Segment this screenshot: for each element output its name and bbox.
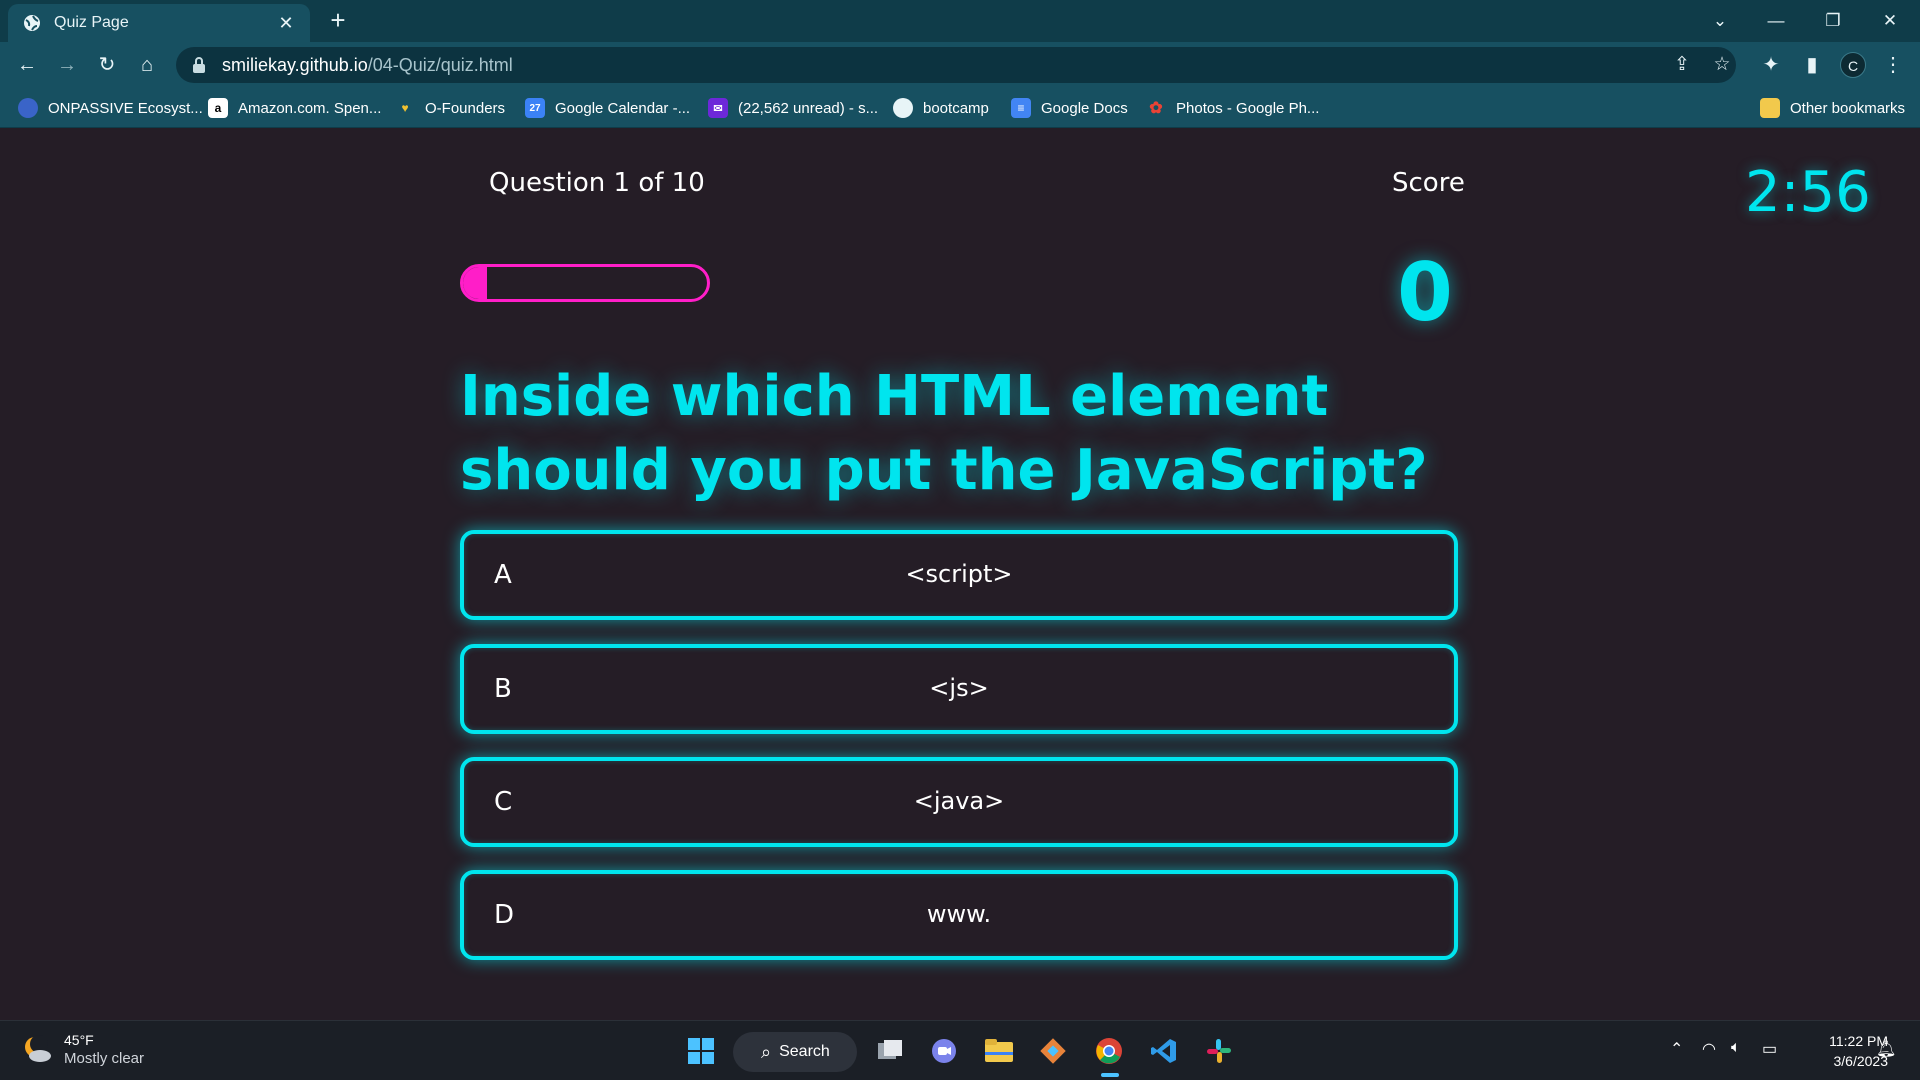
progress-bar bbox=[460, 264, 710, 302]
clock-time: 11:22 PM bbox=[1829, 1033, 1888, 1049]
bookmarks-bar: ONPASSIVE Ecosyst... a Amazon.com. Spen.… bbox=[0, 88, 1920, 128]
side-panel-icon[interactable]: ▮ bbox=[1797, 50, 1827, 80]
windows-start-icon[interactable] bbox=[683, 1033, 719, 1069]
question-counter: Question 1 of 10 bbox=[489, 168, 705, 198]
minimize-button[interactable]: — bbox=[1756, 6, 1796, 36]
extensions-icon[interactable]: ✦ bbox=[1756, 50, 1786, 80]
search-icon: ⌕ bbox=[761, 1041, 772, 1062]
score-value: 0 bbox=[1397, 246, 1453, 339]
menu-kebab-icon[interactable]: ⋮ bbox=[1878, 50, 1908, 80]
calendar-icon: 27 bbox=[525, 98, 545, 118]
taskbar-search[interactable]: ⌕ Search bbox=[733, 1032, 857, 1072]
back-button[interactable]: ← bbox=[12, 50, 42, 80]
bookmark-label: bootcamp bbox=[923, 99, 989, 117]
close-window-button[interactable]: ✕ bbox=[1870, 6, 1910, 36]
bookmark-label: Google Docs bbox=[1041, 99, 1128, 117]
volume-icon[interactable]: 🔈︎ bbox=[1731, 1039, 1741, 1057]
bookmark-star-icon[interactable]: ☆ bbox=[1707, 50, 1737, 80]
other-bookmarks-label: Other bookmarks bbox=[1790, 99, 1906, 117]
choice-a-button[interactable]: A <script> bbox=[460, 530, 1458, 620]
bookmark-item[interactable]: bootcamp bbox=[893, 97, 989, 119]
bookmark-item[interactable]: ✿ Photos - Google Ph... bbox=[1146, 97, 1319, 119]
taskbar: 45°F Mostly clear ⌕ Search ⌃ ◠ 🔈︎ ▭ 11:2… bbox=[0, 1020, 1920, 1080]
bookmark-item[interactable]: ONPASSIVE Ecosyst... bbox=[18, 97, 203, 119]
wifi-icon[interactable]: ◠ bbox=[1702, 1039, 1716, 1059]
bookmark-item[interactable]: a Amazon.com. Spen... bbox=[208, 97, 381, 119]
bookmark-item[interactable]: ≡ Google Docs bbox=[1011, 97, 1128, 119]
url-host: smiliekay.github.io bbox=[222, 54, 368, 75]
choice-b-button[interactable]: B <js> bbox=[460, 644, 1458, 734]
tab-search-button[interactable]: ⌄ bbox=[1700, 6, 1740, 36]
task-view-icon[interactable] bbox=[872, 1033, 908, 1069]
amazon-icon: a bbox=[208, 98, 228, 118]
bookmark-item[interactable]: ✉ (22,562 unread) - s... bbox=[708, 97, 878, 119]
slack-icon[interactable] bbox=[1201, 1033, 1237, 1069]
photos-icon: ✿ bbox=[1149, 100, 1163, 117]
choice-c-button[interactable]: C <java> bbox=[460, 757, 1458, 847]
new-tab-button[interactable]: + bbox=[324, 6, 352, 34]
question-text: Inside which HTML element should you put… bbox=[460, 364, 1428, 503]
browser-toolbar: ← → ↻ ⌂ smiliekay.github.io/04-Quiz/quiz… bbox=[0, 42, 1920, 88]
moon-cloud-icon bbox=[22, 1034, 54, 1066]
tab-strip: Quiz Page ✕ + ⌄ — ❐ ✕ bbox=[0, 0, 1920, 42]
choice-text: <script> bbox=[905, 560, 1013, 588]
bookmark-label: Amazon.com. Spen... bbox=[238, 99, 382, 117]
choice-d-button[interactable]: D www. bbox=[460, 870, 1458, 960]
mail-icon: ✉ bbox=[708, 98, 728, 118]
weather-description: Mostly clear bbox=[64, 1050, 145, 1067]
git-app-icon[interactable] bbox=[1035, 1033, 1071, 1069]
folder-icon bbox=[1760, 98, 1780, 118]
bookmark-label: (22,562 unread) - s... bbox=[738, 99, 879, 117]
docs-icon: ≡ bbox=[1011, 98, 1031, 118]
bookmark-item[interactable]: 27 Google Calendar -... bbox=[525, 97, 690, 119]
globe-icon bbox=[893, 98, 913, 118]
chrome-icon[interactable] bbox=[1091, 1033, 1127, 1069]
close-tab-icon[interactable]: ✕ bbox=[276, 13, 296, 34]
tab-quiz-page[interactable]: Quiz Page ✕ bbox=[8, 4, 310, 42]
bookmark-label: O-Founders bbox=[425, 99, 506, 117]
address-bar[interactable]: smiliekay.github.io/04-Quiz/quiz.html bbox=[176, 47, 1736, 83]
restore-button[interactable]: ❐ bbox=[1813, 6, 1853, 36]
weather-widget[interactable]: 45°F Mostly clear bbox=[22, 1031, 144, 1069]
url-path: /04-Quiz/quiz.html bbox=[367, 54, 513, 75]
teams-chat-icon[interactable] bbox=[926, 1033, 962, 1069]
forward-button[interactable]: → bbox=[52, 50, 82, 80]
battery-icon[interactable]: ▭ bbox=[1762, 1039, 1777, 1059]
globe-icon bbox=[22, 13, 42, 33]
home-button[interactable]: ⌂ bbox=[132, 50, 162, 80]
bookmark-label: Google Calendar -... bbox=[555, 99, 691, 117]
clock-date: 3/6/2023 bbox=[1833, 1053, 1889, 1069]
choice-text: <js> bbox=[929, 674, 989, 702]
chrome-active-indicator bbox=[1101, 1073, 1119, 1077]
taskbar-clock[interactable]: 11:22 PM 3/6/2023 bbox=[1798, 1031, 1888, 1071]
choice-text: <java> bbox=[913, 787, 1005, 815]
score-label: Score bbox=[1392, 168, 1465, 198]
onpassive-icon bbox=[18, 98, 38, 118]
share-icon[interactable]: ⇪ bbox=[1667, 50, 1697, 80]
bookmark-label: Photos - Google Ph... bbox=[1176, 99, 1320, 117]
reload-button[interactable]: ↻ bbox=[92, 50, 122, 80]
lock-icon bbox=[192, 56, 210, 74]
bookmark-item[interactable]: ♥ O-Founders bbox=[395, 97, 505, 119]
file-explorer-icon[interactable] bbox=[981, 1033, 1017, 1069]
progress-bar-fill bbox=[463, 267, 488, 299]
quiz-page: Question 1 of 10 Score 2:56 0 Inside whi… bbox=[0, 128, 1920, 1020]
other-bookmarks[interactable]: Other bookmarks bbox=[1760, 97, 1905, 119]
profile-avatar[interactable]: C bbox=[1840, 52, 1866, 78]
vscode-icon[interactable] bbox=[1146, 1033, 1182, 1069]
ofounders-icon: ♥ bbox=[401, 101, 409, 115]
timer: 2:56 bbox=[1745, 160, 1871, 225]
choice-text: www. bbox=[926, 900, 992, 928]
tab-title: Quiz Page bbox=[54, 14, 129, 31]
search-label: Search bbox=[779, 1043, 830, 1060]
tray-chevron-icon[interactable]: ⌃ bbox=[1670, 1039, 1683, 1059]
notification-bell-icon[interactable]: 🔔︎ bbox=[1876, 1039, 1896, 1059]
weather-temperature: 45°F bbox=[64, 1032, 94, 1048]
bookmark-label: ONPASSIVE Ecosyst... bbox=[48, 99, 203, 117]
